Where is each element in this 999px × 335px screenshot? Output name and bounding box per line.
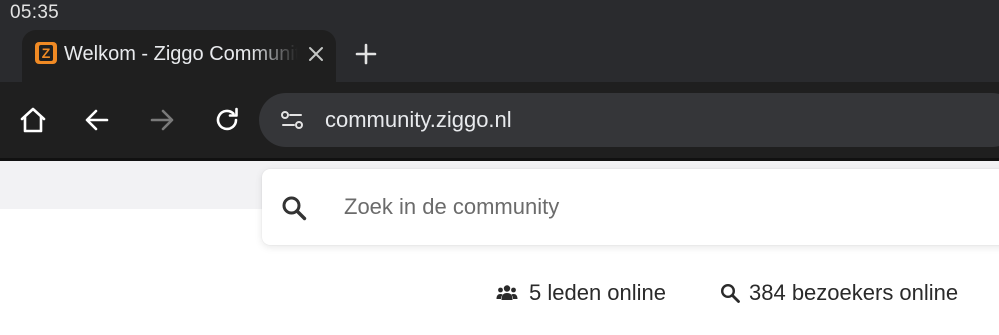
visitors-online-text: 384 bezoekers online: [749, 280, 959, 305]
plus-icon[interactable]: [352, 40, 380, 68]
browser-toolbar: community.ziggo.nl: [0, 82, 999, 158]
search-input[interactable]: Zoek in de community: [344, 193, 559, 221]
site-info-icon[interactable]: [279, 107, 305, 133]
home-icon[interactable]: [16, 103, 50, 137]
forward-arrow-icon[interactable]: [145, 103, 179, 137]
address-bar[interactable]: community.ziggo.nl: [259, 93, 999, 147]
close-icon[interactable]: [304, 42, 328, 66]
search-icon: [720, 283, 740, 303]
favicon-letter: Z: [39, 45, 53, 61]
ziggo-favicon-icon: Z: [35, 42, 57, 64]
status-bar: 05:35: [0, 0, 999, 30]
community-search-box[interactable]: Zoek in de community: [262, 169, 999, 245]
tab-title: Welkom - Ziggo Community: [64, 43, 298, 65]
url-text[interactable]: community.ziggo.nl: [325, 106, 512, 134]
search-icon: [282, 196, 307, 221]
active-tab[interactable]: Z Welkom - Ziggo Community: [22, 30, 336, 82]
tab-strip: Z Welkom - Ziggo Community: [0, 30, 999, 82]
back-arrow-icon[interactable]: [80, 103, 114, 137]
members-online-text: 5 leden online: [529, 280, 667, 305]
visitors-online-stat: 384 bezoekers online: [719, 279, 979, 309]
members-icon: [496, 285, 518, 300]
reload-icon[interactable]: [210, 103, 244, 137]
status-time: 05:35: [10, 2, 60, 23]
members-online-stat: 5 leden online: [496, 279, 676, 309]
